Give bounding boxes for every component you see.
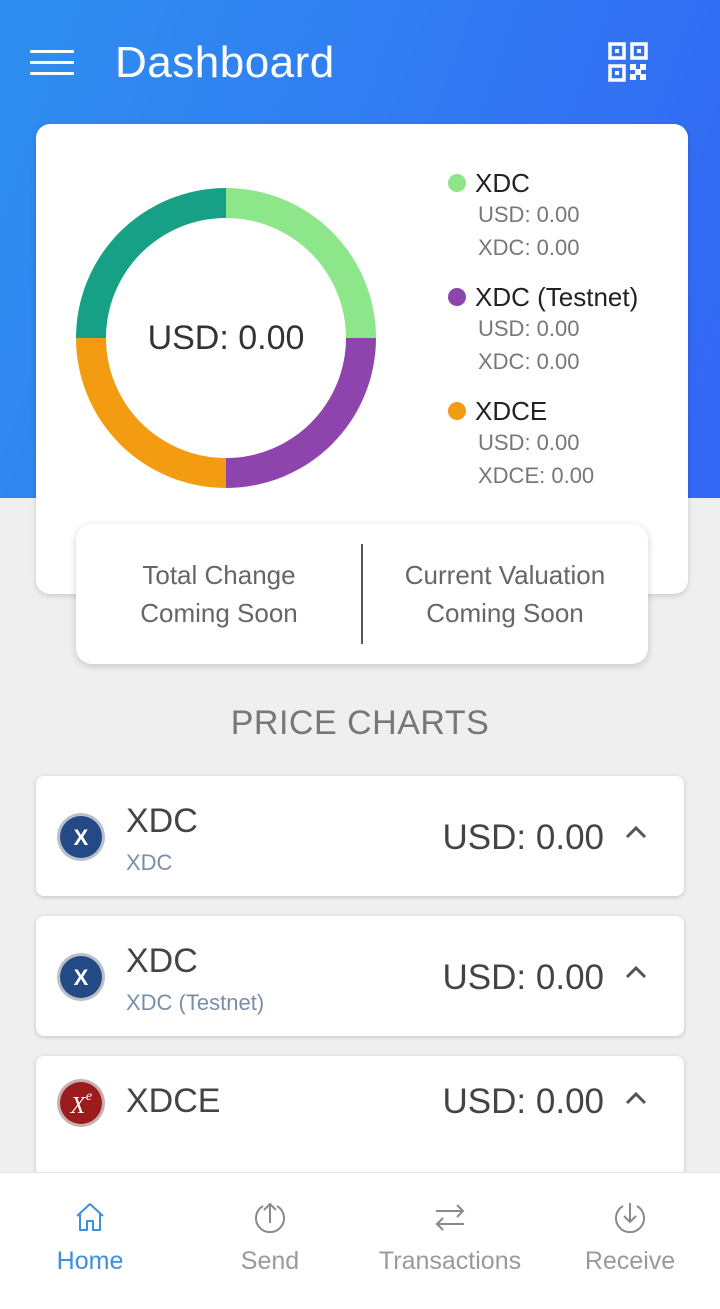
chevron-up-icon[interactable] (624, 1090, 648, 1106)
nav-item-send[interactable]: Send (180, 1173, 360, 1309)
portfolio-legend: XDC USD: 0.00 XDC: 0.00 XDC (Testnet) US… (448, 168, 688, 510)
legend-coin-name: XDC (Testnet) (475, 281, 639, 312)
legend-usd-value: USD: 0.00 (478, 202, 580, 227)
chevron-up-icon[interactable] (624, 824, 648, 840)
legend-coin-name: XDCE (475, 395, 548, 426)
chevron-up-icon[interactable] (624, 964, 648, 980)
current-valuation-value: Coming Soon (426, 598, 584, 628)
nav-label-receive: Receive (584, 1247, 676, 1275)
download-icon (615, 1203, 645, 1233)
svg-text:X: X (74, 965, 89, 990)
legend-coin-name: XDC (475, 167, 530, 198)
coin-price: USD: 0.00 (442, 958, 604, 997)
price-chart-row-xdc[interactable]: X XDC XDC USD: 0.00 (36, 776, 684, 896)
current-valuation-label: Current Valuation (404, 560, 606, 590)
legend-item-xdce: XDCE USD: 0.00 XDCE: 0.00 (448, 396, 688, 492)
home-icon (76, 1203, 104, 1231)
nav-label-send: Send (240, 1247, 300, 1275)
price-charts-heading: PRICE CHARTS (230, 704, 490, 742)
stats-card: Total Change Coming Soon Current Valuati… (76, 524, 648, 664)
legend-coin-amount: XDC: 0.00 (478, 235, 580, 260)
legend-coin-amount: XDC: 0.00 (478, 349, 580, 374)
svg-text:e: e (86, 1089, 92, 1104)
donut-total-usd: USD: 0.00 (147, 318, 305, 357)
hamburger-menu-icon[interactable] (30, 50, 74, 76)
nav-item-receive[interactable]: Receive (540, 1173, 720, 1309)
qr-code-icon[interactable] (608, 42, 648, 82)
coin-price: USD: 0.00 (442, 818, 604, 857)
xdc-coin-icon: X (57, 953, 105, 1001)
price-chart-row-xdce[interactable]: X e XDCE USD: 0.00 (36, 1056, 684, 1176)
nav-item-transactions[interactable]: Transactions (360, 1173, 540, 1309)
legend-dot (448, 402, 466, 420)
current-valuation-stat: Current Valuation Coming Soon (362, 556, 648, 632)
legend-item-xdc-testnet: XDC (Testnet) USD: 0.00 XDC: 0.00 (448, 282, 688, 378)
coin-price: USD: 0.00 (442, 1082, 604, 1121)
page-title: Dashboard (115, 38, 335, 87)
coin-name: XDC (126, 942, 198, 980)
swap-icon (435, 1204, 465, 1231)
legend-dot (448, 288, 466, 306)
total-change-value: Coming Soon (140, 598, 298, 628)
nav-item-home[interactable]: Home (0, 1173, 180, 1309)
coin-name: XDC (126, 802, 198, 840)
top-app-bar: Dashboard (0, 0, 720, 124)
svg-text:X: X (70, 1093, 87, 1119)
svg-text:X: X (74, 825, 89, 850)
upload-icon (255, 1202, 285, 1233)
legend-item-xdc: XDC USD: 0.00 XDC: 0.00 (448, 168, 688, 264)
bottom-navigation: Home Send Transactions Receive (0, 1172, 720, 1309)
legend-usd-value: USD: 0.00 (478, 316, 580, 341)
nav-label-home: Home (56, 1247, 124, 1275)
coin-network: XDC (Testnet) (126, 990, 265, 1015)
nav-label-transactions: Transactions (378, 1247, 522, 1275)
legend-dot (448, 174, 466, 192)
legend-coin-amount: XDCE: 0.00 (478, 463, 595, 488)
price-chart-row-xdc-testnet[interactable]: X XDC XDC (Testnet) USD: 0.00 (36, 916, 684, 1036)
coin-name: XDCE (126, 1082, 221, 1120)
total-change-label: Total Change (142, 560, 296, 590)
xdc-coin-icon: X (57, 813, 105, 861)
legend-usd-value: USD: 0.00 (478, 430, 580, 455)
coin-network: XDC (126, 850, 173, 875)
xdce-coin-icon: X e (57, 1079, 105, 1127)
total-change-stat: Total Change Coming Soon (76, 556, 362, 632)
